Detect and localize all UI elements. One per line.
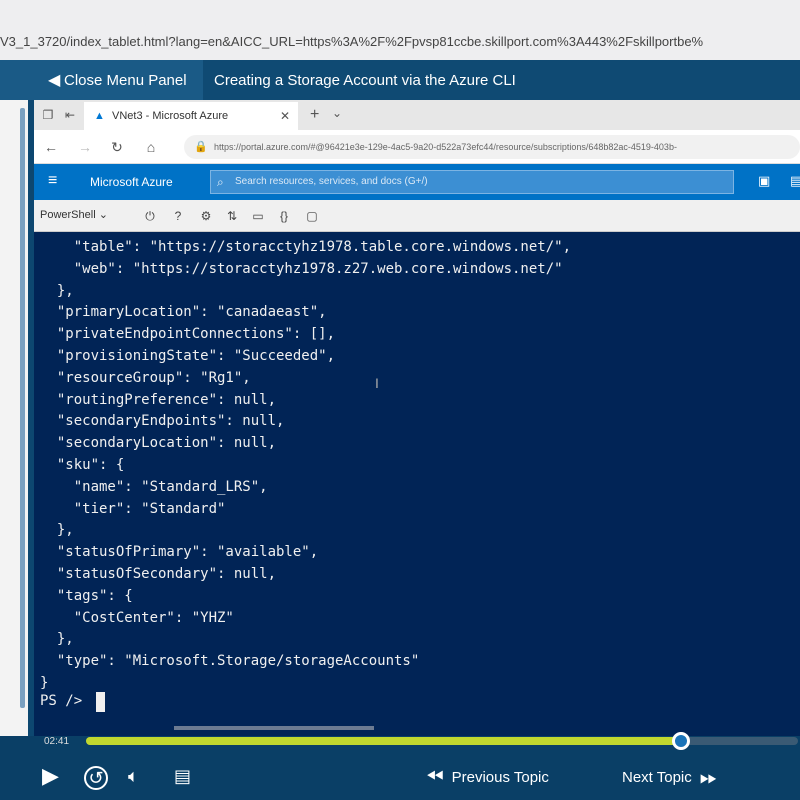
elapsed-time: 02:41 — [44, 736, 70, 747]
terminal-line: "secondaryLocation": null, — [40, 435, 277, 452]
cloud-shell-terminal[interactable]: "table": "https://storacctyhz1978.table.… — [34, 232, 800, 736]
terminal-line: }, — [40, 522, 74, 539]
close-menu-panel-label: Close Menu Panel — [64, 71, 187, 89]
new-tab-icon[interactable]: + — [310, 106, 319, 124]
home-icon[interactable]: ⌂ — [142, 138, 160, 156]
close-tab-icon[interactable]: ✕ — [280, 109, 290, 123]
terminal-cursor — [96, 692, 105, 712]
close-menu-panel-button[interactable]: ◀ Close Menu Panel — [0, 60, 203, 100]
terminal-line: "tier": "Standard" — [40, 500, 226, 517]
power-icon[interactable]: ⏻ — [142, 208, 158, 224]
lock-icon: 🔒 — [194, 141, 208, 153]
browser-tab-bar: ❐ ⇤ ▲ VNet3 - Microsoft Azure ✕ + ⌄ — [34, 100, 800, 130]
chevron-down-icon: ⌄ — [98, 209, 108, 221]
settings-icon[interactable]: ⚙ — [198, 208, 214, 224]
search-icon: ⌕ — [217, 175, 224, 189]
browser-nav-bar: ← → ↻ ⌂ 🔒 https://portal.azure.com/#@964… — [34, 130, 800, 164]
open-new-session-icon[interactable]: ▭ — [250, 208, 266, 224]
progress-fill — [86, 737, 681, 745]
forward-arrow-icon[interactable]: → — [76, 138, 94, 156]
previous-topic-label: Previous Topic — [451, 768, 549, 786]
terminal-line: "resourceGroup": "Rg1", — [40, 369, 251, 386]
volume-icon[interactable]: 🔈︎ — [128, 766, 139, 787]
left-triangle-icon: ◀ — [48, 72, 61, 89]
terminal-line: }, — [40, 282, 74, 299]
embedded-browser: ❐ ⇤ ▲ VNet3 - Microsoft Azure ✕ + ⌄ ← → … — [34, 100, 800, 736]
terminal-line: } — [40, 674, 49, 691]
text-cursor-icon: I — [375, 375, 379, 391]
terminal-line: "sku": { — [40, 456, 125, 473]
progress-handle[interactable] — [671, 732, 690, 750]
menu-panel-scrollbar[interactable] — [20, 108, 25, 708]
back-arrow-icon[interactable]: ← — [42, 138, 60, 156]
shell-prompt: PS /> — [40, 693, 83, 709]
editor-braces-icon[interactable]: {} — [276, 208, 292, 224]
browser-tab-azure[interactable]: ▲ VNet3 - Microsoft Azure ✕ — [84, 102, 298, 130]
terminal-line: "privateEndpointConnections": [], — [40, 326, 336, 343]
terminal-line: "routingPreference": null, — [40, 391, 277, 408]
tab-list-chevron-icon[interactable]: ⌄ — [332, 106, 342, 120]
terminal-output: "table": "https://storacctyhz1978.table.… — [40, 237, 571, 695]
azure-logo-icon: ▲ — [94, 110, 105, 122]
terminal-line: "statusOfSecondary": null, — [40, 565, 277, 582]
address-bar[interactable]: 🔒 https://portal.azure.com/#@96421e3e-12… — [184, 135, 800, 159]
next-topic-button[interactable]: Next Topic ⏩︎ — [622, 764, 717, 790]
web-preview-icon[interactable]: ▢ — [304, 208, 320, 224]
terminal-line: "statusOfPrimary": "available", — [40, 544, 319, 561]
terminal-line: "type": "Microsoft.Storage/storageAccoun… — [40, 653, 420, 670]
play-icon[interactable]: ▶ — [42, 763, 59, 789]
next-topic-label: Next Topic — [622, 768, 692, 786]
fast-forward-icon: ⏩︎ — [699, 764, 718, 789]
shell-selector[interactable]: PowerShell ⌄ — [40, 208, 108, 221]
workspaces-icon[interactable]: ❐ — [40, 107, 56, 123]
hamburger-icon[interactable]: ≡ — [48, 172, 57, 190]
directory-filter-icon[interactable]: ▤ — [790, 173, 800, 189]
terminal-line: "secondaryEndpoints": null, — [40, 413, 285, 430]
refresh-icon[interactable]: ↻ — [108, 138, 126, 156]
rewind-icon: ⏪︎ — [426, 764, 444, 789]
address-text: https://portal.azure.com/#@96421e3e-129e… — [214, 142, 677, 152]
shell-selector-value: PowerShell — [40, 209, 96, 221]
azure-search-placeholder: Search resources, services, and docs (G+… — [235, 176, 428, 187]
previous-topic-button[interactable]: ⏪︎ Previous Topic — [426, 764, 549, 790]
azure-brand[interactable]: Microsoft Azure — [90, 164, 173, 200]
browser-tab-title: VNet3 - Microsoft Azure — [112, 110, 229, 122]
azure-portal-header: ≡ Microsoft Azure ⌕ Search resources, se… — [34, 164, 800, 200]
transcript-icon[interactable]: ▤ — [174, 766, 191, 787]
terminal-horizontal-scrollbar[interactable] — [174, 726, 374, 730]
replay-10-icon[interactable]: ↺ — [84, 766, 108, 790]
terminal-line: "CostCenter": "YHZ" — [40, 609, 234, 626]
tab-actions-icon[interactable]: ⇤ — [62, 107, 78, 123]
azure-search-input[interactable]: ⌕ Search resources, services, and docs (… — [210, 170, 734, 194]
topic-title: Creating a Storage Account via the Azure… — [214, 71, 516, 89]
cloud-shell-icon[interactable]: ▣ — [758, 173, 770, 189]
terminal-line: "web": "https://storacctyhz1978.z27.web.… — [40, 260, 563, 277]
progress-track[interactable] — [86, 732, 798, 750]
terminal-line: "primaryLocation": "canadaeast", — [40, 304, 327, 321]
cloud-shell-toolbar: PowerShell ⌄ ⏻ ? ⚙ ⇅ ▭ {} ▢ — [34, 200, 800, 232]
terminal-line: "tags": { — [40, 587, 133, 604]
terminal-line: "provisioningState": "Succeeded", — [40, 347, 336, 364]
upload-download-icon[interactable]: ⇅ — [224, 208, 240, 224]
media-player-bar: 02:41 ▶ ↺ 🔈︎ ▤ ⏪︎ Previous Topic Next To… — [34, 732, 800, 800]
terminal-line: "name": "Standard_LRS", — [40, 478, 268, 495]
course-url-strip: V3_1_3720/index_tablet.html?lang=en&AICC… — [0, 0, 800, 60]
help-icon[interactable]: ? — [170, 208, 186, 224]
course-header: ◀ Close Menu Panel Creating a Storage Ac… — [0, 60, 800, 100]
terminal-line: "table": "https://storacctyhz1978.table.… — [40, 239, 572, 255]
menu-panel — [0, 100, 34, 736]
course-url-text: V3_1_3720/index_tablet.html?lang=en&AICC… — [0, 34, 704, 49]
terminal-line: }, — [40, 631, 74, 648]
